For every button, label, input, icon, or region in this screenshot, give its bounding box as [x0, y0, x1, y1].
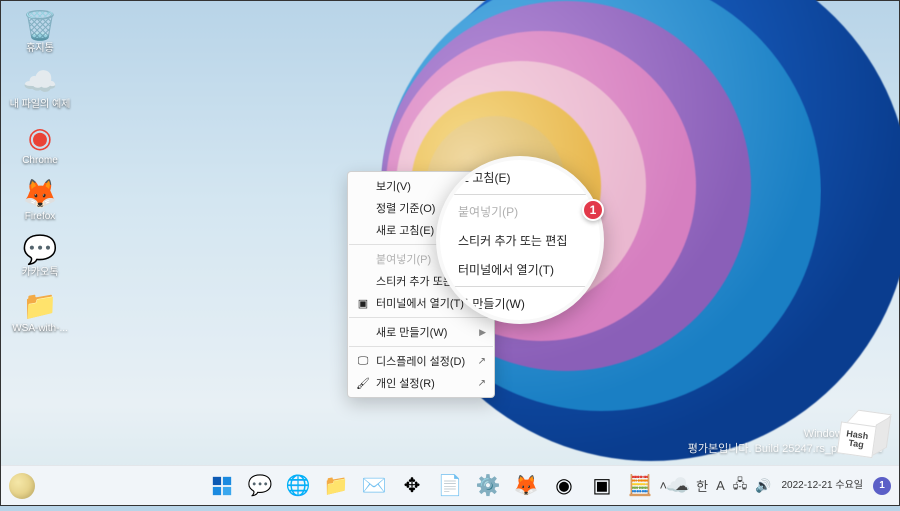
settings-icon[interactable]: ⚙️	[470, 468, 506, 504]
external-link-icon: ↗	[478, 378, 486, 389]
tray-ime-icon[interactable]: A	[716, 478, 725, 493]
desktop-icon-chrome[interactable]: ◉ Chrome	[5, 117, 75, 171]
taskbar-center: 💬🌐📁✉️✥📄⚙️🦊◉▣🧮☁️	[204, 468, 696, 504]
chrome-glyph: ◉	[553, 475, 575, 497]
menu-item-icon: ▣	[356, 297, 370, 310]
taskbar-clock[interactable]: 2022-12-21 수요일	[781, 480, 863, 492]
zoom-menu-item: 붙여넣기(P)	[454, 197, 586, 226]
taskbar-right: ˄ ☁ 한 A 🖧 🔊 2022-12-21 수요일 1	[660, 475, 891, 497]
menu-item-label: 새로 고침(E)	[376, 222, 434, 238]
calculator-icon[interactable]: 🧮	[622, 468, 658, 504]
desktop-icon-label: 카카오톡	[22, 267, 59, 279]
start-icon	[211, 475, 233, 497]
file-explorer-icon[interactable]: 📁	[318, 468, 354, 504]
zoom-callout: 로 고침(E) 붙여넣기(P)스티커 추가 또는 편집터미널에서 열기(T) 로 만…	[436, 156, 604, 324]
tray-hangul-icon[interactable]: 한	[696, 476, 708, 495]
tray-network-icon[interactable]: 🖧	[733, 475, 748, 497]
move-glyph: ✥	[401, 475, 423, 497]
menu-item-label: 정렬 기준(O)	[376, 200, 435, 216]
settings-glyph: ⚙️	[477, 475, 499, 497]
menu-item-icon: 🖌	[356, 377, 370, 390]
desktop-icon-kakaotalk[interactable]: 💬 카카오톡	[5, 229, 75, 283]
edge-icon[interactable]: 🌐	[280, 468, 316, 504]
callout-badge: 1	[582, 199, 604, 221]
chrome-icon: ◉	[24, 121, 56, 153]
chat-glyph: 💬	[249, 475, 271, 497]
menu-item-label: 보기(V)	[376, 178, 411, 194]
chrome-icon[interactable]: ◉	[546, 468, 582, 504]
menu-item-icon: 🖵	[356, 355, 370, 368]
kakaotalk-icon: 💬	[24, 233, 56, 265]
zoom-separator	[454, 194, 586, 195]
terminal-icon[interactable]: ▣	[584, 468, 620, 504]
menu-item-label: 새로 만들기(W)	[376, 324, 447, 340]
desktop-icon-label: Chrome	[22, 155, 58, 167]
system-tray[interactable]: ˄ ☁ 한 A 🖧 🔊	[660, 475, 772, 497]
tray-chevron-icon[interactable]: ˄	[660, 478, 668, 493]
onedrive-icon: ☁️	[24, 65, 56, 97]
desktop-icon-recycle-bin[interactable]: 🗑️ 휴지통	[5, 5, 75, 59]
clock-date: 2022-12-21 수요일	[781, 480, 863, 492]
external-link-icon: ↗	[478, 356, 486, 367]
context-menu-item[interactable]: 새로 만들기(W) ▶	[348, 321, 494, 343]
desktop-icon-label: 내 파일의 예제	[10, 99, 71, 111]
notification-badge[interactable]: 1	[873, 477, 891, 495]
menu-separator	[349, 346, 493, 347]
start-button[interactable]	[204, 468, 240, 504]
menu-item-label: 터미널에서 열기(T)	[376, 295, 464, 311]
zoom-menu-item[interactable]: 터미널에서 열기(T)	[454, 255, 586, 284]
notepad-glyph: 📄	[439, 475, 461, 497]
recycle-bin-icon: 🗑️	[24, 9, 56, 41]
submenu-chevron-icon: ▶	[479, 327, 486, 338]
firefox-glyph: 🦊	[515, 475, 537, 497]
tray-cloud-icon[interactable]: ☁	[675, 478, 688, 494]
desktop-icon-firefox[interactable]: 🦊 Firefox	[5, 173, 75, 227]
menu-item-label: 개인 설정(R)	[376, 375, 435, 391]
menu-item-label: 붙여넣기(P)	[376, 251, 431, 267]
context-menu-item[interactable]: 🖌 개인 설정(R) ↗	[348, 372, 494, 394]
firefox-icon[interactable]: 🦊	[508, 468, 544, 504]
wsa-folder-icon: 📁	[24, 289, 56, 321]
mail-glyph: ✉️	[363, 475, 385, 497]
hashtag-stamp: Hash Tag	[836, 408, 897, 469]
desktop-icon-wsa-folder[interactable]: 📁 WSA-with-...	[5, 285, 75, 339]
zoom-separator	[454, 286, 586, 287]
desktop-icon-onedrive[interactable]: ☁️ 내 파일의 예제	[5, 61, 75, 115]
desktop-icon-label: Firefox	[25, 211, 56, 223]
desktop-icon-label: 휴지통	[26, 43, 54, 55]
notepad-icon[interactable]: 📄	[432, 468, 468, 504]
chat-icon[interactable]: 💬	[242, 468, 278, 504]
edge-glyph: 🌐	[287, 475, 309, 497]
mail-icon[interactable]: ✉️	[356, 468, 392, 504]
calculator-glyph: 🧮	[629, 475, 651, 497]
firefox-icon: 🦊	[24, 177, 56, 209]
zoom-menu-item[interactable]: 스티커 추가 또는 편집	[454, 226, 586, 255]
file-explorer-glyph: 📁	[325, 475, 347, 497]
zoom-menu-item[interactable]: 로 고침(E)	[454, 163, 586, 192]
context-menu-item[interactable]: 🖵 디스플레이 설정(D) ↗	[348, 350, 494, 372]
zoom-menu-item[interactable]: 로 만들기(W)	[454, 289, 586, 318]
tray-volume-icon[interactable]: 🔊	[755, 478, 771, 494]
taskbar: 💬🌐📁✉️✥📄⚙️🦊◉▣🧮☁️ ˄ ☁ 한 A 🖧 🔊 2022-12-21 수…	[1, 465, 899, 505]
desktop-icon-label: WSA-with-...	[12, 323, 68, 335]
terminal-glyph: ▣	[591, 475, 613, 497]
weather-widget[interactable]	[9, 473, 35, 499]
taskbar-left	[9, 473, 35, 499]
menu-item-label: 디스플레이 설정(D)	[376, 353, 465, 369]
desktop-icons: 🗑️ 휴지통 ☁️ 내 파일의 예제 ◉ Chrome 🦊 Firefox 💬 카카오톡 📁 WSA-…	[5, 5, 85, 341]
move-icon[interactable]: ✥	[394, 468, 430, 504]
